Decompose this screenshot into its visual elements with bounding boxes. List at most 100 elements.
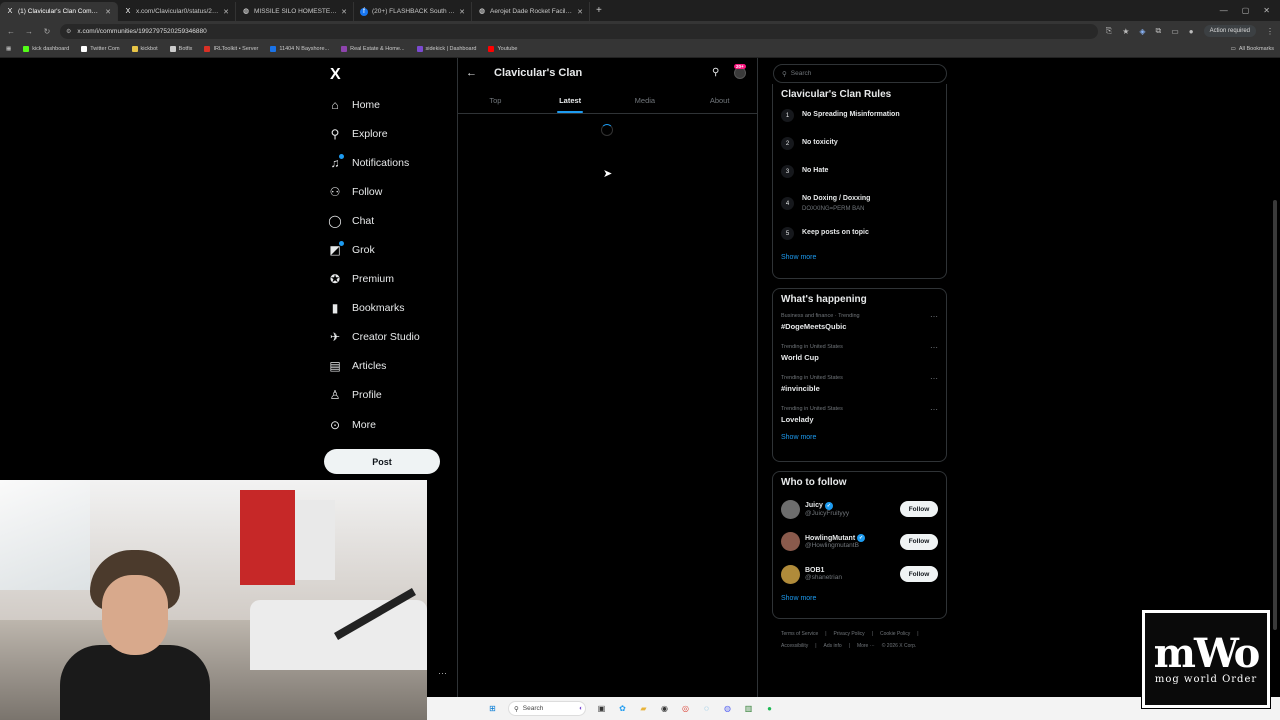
maximize-icon[interactable]: ▢ xyxy=(1242,6,1250,15)
tab-media[interactable]: Media xyxy=(608,88,683,113)
discord-icon[interactable]: ◍ xyxy=(722,703,733,714)
footer-link[interactable]: Privacy Policy xyxy=(834,631,865,637)
minimize-icon[interactable]: — xyxy=(1220,6,1228,15)
install-icon[interactable]: ⎘ xyxy=(1106,26,1112,36)
footer-link[interactable]: Cookie Policy xyxy=(880,631,910,637)
bookmark-item[interactable]: Youtube xyxy=(488,46,517,52)
nav-premium[interactable]: ✪ Premium xyxy=(328,265,458,294)
nav-explore[interactable]: ⚲ Explore xyxy=(328,119,458,148)
notification-dot xyxy=(339,241,344,247)
avatar[interactable] xyxy=(781,532,800,552)
browser-tab[interactable]: ◍ Aerojet Dade Rocket Facility | # ✕ xyxy=(472,2,590,21)
back-arrow-icon[interactable]: ← xyxy=(466,67,477,79)
bookmark-item[interactable]: Botfix xyxy=(169,46,192,52)
follow-button[interactable]: Follow xyxy=(900,533,938,550)
trend-item[interactable]: Trending in United States World Cup ⋯ xyxy=(773,343,946,374)
nav-home[interactable]: ⌂ Home xyxy=(328,90,458,119)
more-icon[interactable]: ⋯ xyxy=(930,312,938,321)
close-window-icon[interactable]: ✕ xyxy=(1263,6,1270,15)
tab-about[interactable]: About xyxy=(682,88,757,113)
star-icon[interactable]: ★ xyxy=(1122,27,1129,36)
more-dots-icon[interactable]: ⋯ xyxy=(438,668,447,679)
obs-icon[interactable]: ◉ xyxy=(659,703,670,714)
follow-suggestion[interactable]: HowlingMutant ✓ @HowlingmutantB Follow xyxy=(773,526,946,559)
browser-tab[interactable]: X (1) Clavicular's Clan Communit ✕ xyxy=(0,2,118,21)
follow-suggestion[interactable]: BOB1 @shanetrian Follow xyxy=(773,558,946,591)
menu-icon[interactable]: ⋮ xyxy=(1266,27,1274,36)
url-field[interactable]: ⚙ x.com/i/communities/1992797520259346880 xyxy=(60,23,1098,39)
puzzle-icon[interactable]: ⧉ xyxy=(1156,26,1162,36)
browser-tab[interactable]: ◍ MISSILE SILO HOMESTEAD - Gr✕ xyxy=(236,2,354,21)
apps-icon[interactable]: ▦ xyxy=(6,46,11,52)
more-icon[interactable]: ⋯ xyxy=(930,343,938,352)
follow-button[interactable]: Follow xyxy=(900,501,938,518)
extension-icon[interactable]: ◈ xyxy=(1139,27,1145,36)
nav-more[interactable]: ⊙ More xyxy=(328,410,458,439)
bookmark-item[interactable]: Real Estate & Home... xyxy=(341,46,405,52)
close-icon[interactable]: ✕ xyxy=(577,8,583,16)
tab-latest[interactable]: Latest xyxy=(533,88,608,113)
show-more-link[interactable]: Show more xyxy=(773,254,946,261)
spotify-icon[interactable]: ● xyxy=(764,703,775,714)
nav-follow[interactable]: ⚇ Follow xyxy=(328,177,458,206)
avatar[interactable] xyxy=(781,564,800,584)
new-tab-button[interactable]: + xyxy=(590,5,608,16)
bookmark-item[interactable]: sidekick | Dashboard xyxy=(416,46,476,52)
follow-button[interactable]: Follow xyxy=(900,566,938,583)
file-explorer-icon[interactable]: ▰ xyxy=(638,703,649,714)
close-icon[interactable]: ✕ xyxy=(223,8,229,16)
nav-grok[interactable]: ◩ Grok xyxy=(328,235,458,264)
profile-icon[interactable]: ● xyxy=(1189,27,1194,36)
taskbar-search[interactable]: ⚲ Search ◐ xyxy=(508,701,586,716)
edge-icon[interactable]: ◌ xyxy=(701,703,712,714)
task-view-icon[interactable]: ▣ xyxy=(596,703,607,714)
nav-creator-studio[interactable]: ✈ Creator Studio xyxy=(328,323,458,352)
post-button[interactable]: Post xyxy=(324,449,440,474)
browser-tab[interactable]: Xx.com/Clavicular0/status/2039 ✕ xyxy=(118,2,236,21)
bookmark-item[interactable]: Twitter Com xyxy=(81,46,120,52)
close-icon[interactable]: ✕ xyxy=(105,8,111,16)
trend-item[interactable]: Trending in United States #invincible ⋯ xyxy=(773,374,946,405)
copilot-icon[interactable]: ✿ xyxy=(617,703,628,714)
all-bookmarks[interactable]: ▭ All Bookmarks xyxy=(1231,46,1274,52)
action-required-button[interactable]: Action required xyxy=(1203,25,1256,37)
more-icon[interactable]: ⋯ xyxy=(930,374,938,383)
webcam-body xyxy=(60,645,210,720)
nav-notifications[interactable]: ♫ Notifications xyxy=(328,148,458,177)
app-icon[interactable]: ▥ xyxy=(743,703,754,714)
footer-separator: | xyxy=(825,631,827,637)
browser-tab[interactable]: f (20+) FLASHBACK South Florid ✕ xyxy=(354,2,472,21)
follow-suggestion[interactable]: Juicy ✓ @JuicyFruityyy Follow xyxy=(773,493,946,526)
windows-start-icon[interactable]: ⊞ xyxy=(487,703,498,714)
chrome-icon[interactable]: ◎ xyxy=(680,703,691,714)
show-more-link[interactable]: Show more xyxy=(773,595,946,602)
footer-link[interactable]: Ads info xyxy=(824,643,842,649)
close-icon[interactable]: ✕ xyxy=(341,8,347,16)
search-input[interactable]: ⚲ Search xyxy=(773,64,947,83)
forward-icon[interactable]: → xyxy=(24,27,34,36)
bookmark-item[interactable]: IRLToolkit • Server xyxy=(204,46,258,52)
footer-link[interactable]: More ··· xyxy=(857,643,875,649)
trend-item[interactable]: Business and finance · Trending #DogeMeet… xyxy=(773,312,946,343)
site-info-icon[interactable]: ⚙ xyxy=(66,28,71,35)
nav-chat[interactable]: ◯ Chat xyxy=(328,206,458,235)
bookmark-item[interactable]: 11404 N Bayshore... xyxy=(270,46,329,52)
search-icon[interactable]: ⚲ xyxy=(712,67,719,78)
tab-top[interactable]: Top xyxy=(458,88,533,113)
reload-icon[interactable]: ↻ xyxy=(42,27,52,36)
nav-profile[interactable]: ♙ Profile xyxy=(328,381,458,410)
footer-link[interactable]: Terms of Service xyxy=(781,631,818,637)
close-icon[interactable]: ✕ xyxy=(459,8,465,16)
sidepanel-icon[interactable]: ▭ xyxy=(1171,27,1179,36)
x-logo-icon[interactable]: X xyxy=(330,66,341,84)
back-icon[interactable]: ← xyxy=(6,27,16,36)
more-icon[interactable]: ⋯ xyxy=(930,405,938,414)
bookmark-item[interactable]: kickbot xyxy=(131,46,158,52)
bookmark-item[interactable]: kick dashboard xyxy=(23,46,69,52)
footer-link[interactable]: Accessibility xyxy=(781,643,808,649)
trend-item[interactable]: Trending in United States Lovelady ⋯ xyxy=(773,405,946,436)
nav-bookmarks[interactable]: ▮ Bookmarks xyxy=(328,294,458,323)
avatar[interactable] xyxy=(781,499,800,519)
nav-articles[interactable]: ▤ Articles xyxy=(328,352,458,381)
scrollbar[interactable] xyxy=(1273,200,1277,630)
